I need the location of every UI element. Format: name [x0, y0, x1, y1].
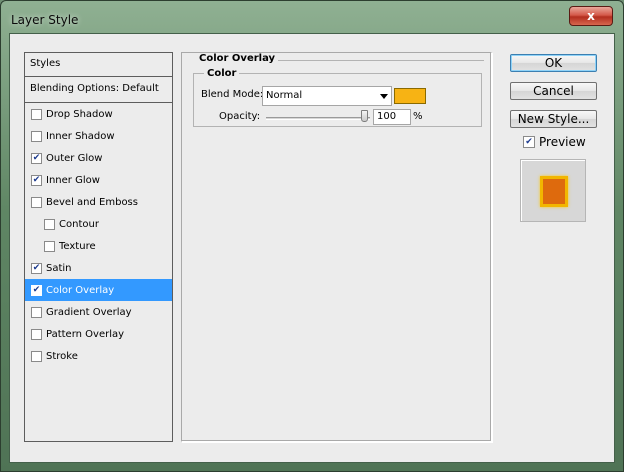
checkbox-icon[interactable]	[31, 108, 42, 120]
style-item-outer-glow[interactable]: ✔ Outer Glow	[25, 147, 172, 169]
blend-mode-select[interactable]: Normal	[262, 86, 392, 106]
checkbox-icon[interactable]	[31, 350, 42, 362]
style-item-inner-shadow[interactable]: Inner Shadow	[25, 125, 172, 147]
styles-header[interactable]: Styles	[25, 53, 172, 77]
preview-swatch	[540, 176, 568, 207]
cancel-button[interactable]: Cancel	[510, 82, 597, 100]
style-item-label: Drop Shadow	[46, 108, 113, 120]
checked-checkbox-icon[interactable]: ✔	[31, 152, 42, 164]
style-item-label: Pattern Overlay	[46, 328, 125, 340]
new-style-button[interactable]: New Style...	[510, 110, 597, 128]
opacity-slider-thumb[interactable]	[361, 110, 368, 122]
checked-checkbox-icon[interactable]: ✔	[31, 174, 42, 186]
styles-list: Styles Blending Options: Default Drop Sh…	[24, 52, 173, 442]
style-item-label: Inner Glow	[46, 174, 100, 186]
opacity-unit: %	[413, 111, 423, 122]
checkbox-icon[interactable]	[44, 218, 55, 230]
overlay-color-swatch[interactable]	[394, 88, 426, 104]
opacity-label: Opacity:	[219, 111, 261, 122]
chevron-down-icon	[380, 94, 388, 99]
style-item-label: Stroke	[46, 350, 78, 362]
style-items: Drop Shadow Inner Shadow ✔ Outer Glow ✔ Inner…	[25, 103, 172, 367]
preview-thumbnail	[520, 159, 586, 222]
ok-button-label: OK	[544, 56, 563, 70]
style-item-pattern-overlay[interactable]: Pattern Overlay	[25, 323, 172, 345]
blend-mode-label: Blend Mode:	[201, 89, 264, 100]
checkbox-icon[interactable]	[44, 240, 55, 252]
close-button[interactable]: x	[569, 6, 613, 26]
style-item-label: Texture	[59, 240, 96, 252]
window-title: Layer Style	[11, 13, 79, 27]
checkbox-icon[interactable]	[31, 306, 42, 318]
ok-button[interactable]: OK	[510, 54, 597, 72]
preview-label: Preview	[539, 135, 586, 149]
close-icon: x	[587, 9, 595, 23]
style-item-bevel-and-emboss[interactable]: Bevel and Emboss	[25, 191, 172, 213]
blend-mode-value: Normal	[266, 90, 303, 101]
style-item-color-overlay[interactable]: ✔ Color Overlay	[25, 279, 172, 301]
opacity-slider-track[interactable]	[266, 117, 370, 120]
style-item-label: Gradient Overlay	[46, 306, 132, 318]
group-divider	[268, 60, 484, 61]
style-item-label: Satin	[46, 262, 72, 274]
style-item-stroke[interactable]: Stroke	[25, 345, 172, 367]
style-item-label: Inner Shadow	[46, 130, 115, 142]
checkbox-icon[interactable]	[31, 196, 42, 208]
layer-style-dialog: Layer Style x Styles Blending Options: D…	[0, 0, 624, 472]
style-item-label: Outer Glow	[46, 152, 103, 164]
checkbox-icon[interactable]: ✔	[523, 136, 535, 148]
style-item-label: Contour	[59, 218, 99, 230]
panel-title: Color Overlay	[196, 53, 279, 64]
dialog-body: Styles Blending Options: Default Drop Sh…	[9, 33, 615, 463]
new-style-button-label: New Style...	[517, 112, 590, 126]
style-item-drop-shadow[interactable]: Drop Shadow	[25, 103, 172, 125]
checkbox-icon[interactable]	[31, 130, 42, 142]
checkbox-icon[interactable]	[31, 328, 42, 340]
blending-options-item[interactable]: Blending Options: Default	[25, 77, 172, 103]
opacity-input[interactable]: 100	[373, 109, 411, 125]
cancel-button-label: Cancel	[533, 84, 574, 98]
preview-checkbox[interactable]: ✔ Preview	[523, 135, 586, 149]
style-item-label: Color Overlay	[46, 284, 115, 296]
style-item-gradient-overlay[interactable]: Gradient Overlay	[25, 301, 172, 323]
style-item-inner-glow[interactable]: ✔ Inner Glow	[25, 169, 172, 191]
style-item-satin[interactable]: ✔ Satin	[25, 257, 172, 279]
style-item-label: Bevel and Emboss	[46, 196, 138, 208]
style-item-texture[interactable]: Texture	[25, 235, 172, 257]
color-group-title: Color	[204, 68, 240, 79]
checked-checkbox-icon[interactable]: ✔	[31, 262, 42, 274]
checked-checkbox-icon[interactable]: ✔	[31, 284, 42, 296]
style-item-contour[interactable]: Contour	[25, 213, 172, 235]
